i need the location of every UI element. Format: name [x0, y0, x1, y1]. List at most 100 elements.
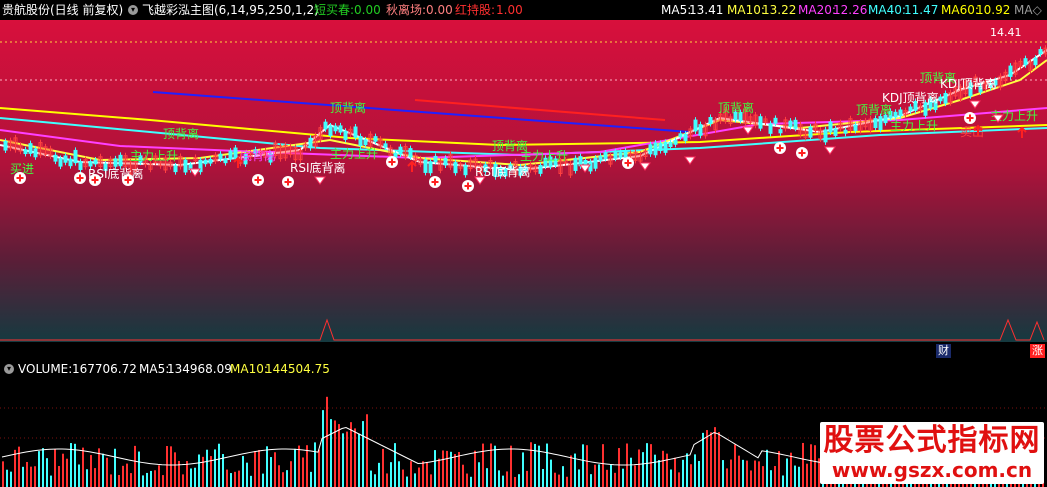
volume-bar — [166, 446, 168, 487]
indicator-header: 贵航股份(日线 前复权) ▾ 飞越彩泓主图(6,14,95,250,1,2) 短… — [0, 0, 1047, 20]
volume-bar — [526, 470, 528, 487]
volume-bar — [594, 464, 596, 487]
candle-body — [3, 140, 8, 151]
candle-body — [208, 158, 213, 164]
volume-bar — [214, 449, 216, 487]
volume-bar — [398, 461, 400, 487]
volume-bar — [530, 442, 532, 487]
candle-body — [78, 161, 83, 170]
volume-bar — [502, 475, 504, 487]
volume-bar — [542, 468, 544, 487]
volume-bar — [674, 457, 676, 487]
volume-bar — [442, 450, 444, 487]
volume-bar — [122, 465, 124, 487]
candle-body — [1008, 65, 1013, 77]
volume-bar — [278, 465, 280, 487]
candle-body — [308, 137, 313, 149]
candle-body — [453, 162, 458, 174]
volume-bar — [618, 448, 620, 487]
volume-bar — [710, 432, 712, 487]
volume-bar — [222, 454, 224, 487]
volume-bar — [382, 448, 384, 487]
volume-bar — [94, 468, 96, 487]
volume-bar — [718, 432, 720, 487]
volume-bar — [34, 466, 36, 487]
candle-body — [338, 125, 343, 133]
ma-more[interactable]: MA◇ — [1014, 0, 1042, 20]
ma10-value: 13.22 — [762, 3, 797, 17]
tag-cai[interactable]: 财 — [936, 344, 951, 358]
vol-ma10-label: MA10: — [230, 362, 268, 376]
volume-bar — [734, 444, 736, 487]
indicator-name[interactable]: 飞越彩泓主图(6,14,95,250,1,2) — [142, 0, 319, 20]
volume-bar — [58, 465, 60, 487]
candle-body — [1038, 49, 1043, 55]
candle-body — [73, 149, 78, 164]
volume-bar — [586, 445, 588, 487]
volume-bar — [162, 475, 164, 487]
volume-bar — [26, 461, 28, 487]
volume-bar — [634, 465, 636, 487]
volume-bar — [206, 449, 208, 487]
candle-body — [113, 158, 118, 167]
price-chart[interactable]: 顶背离顶背离顶背离顶背离 顶背离顶背离RSI底背离 RSI底背离 RSI底背离KDJ顶… — [0, 20, 1047, 342]
indicator-settings-icon[interactable]: ▾ — [128, 5, 138, 15]
candle-body — [223, 158, 228, 164]
volume-bar — [202, 456, 204, 487]
volume-bar — [778, 451, 780, 487]
volume-bar — [670, 469, 672, 487]
candle-body — [23, 149, 28, 155]
panel-separator: 财 涨 — [0, 342, 1047, 360]
candle-body — [698, 124, 703, 136]
vol-ma10-value: 144504.75 — [265, 362, 330, 376]
volume-bar — [590, 474, 592, 487]
volume-bar — [566, 476, 568, 487]
candle-body — [443, 157, 448, 166]
volume-bar — [54, 449, 56, 487]
volume-bar — [130, 473, 132, 487]
volume-bar — [706, 430, 708, 487]
volume-bar — [50, 475, 52, 487]
volume-bar — [458, 452, 460, 487]
candle-body — [1023, 58, 1028, 66]
candle-body — [228, 150, 233, 160]
volume-bar — [474, 450, 476, 487]
signal-label: KDJ顶背离 — [882, 90, 939, 105]
volume-bar — [138, 451, 140, 487]
volume-settings-icon[interactable]: ▾ — [4, 364, 14, 374]
volume-bar — [262, 473, 264, 487]
volume-bar — [694, 454, 696, 487]
volume-bar — [606, 469, 608, 487]
candle-body — [823, 129, 828, 143]
candle-body — [778, 129, 783, 134]
candle-body — [648, 144, 653, 155]
volume-bar — [750, 470, 752, 487]
volume-bar — [18, 446, 20, 487]
candle-body — [373, 136, 378, 142]
tag-zhang[interactable]: 涨 — [1030, 344, 1045, 358]
volume-bar — [550, 459, 552, 487]
volume-bar — [86, 469, 88, 487]
volume-bar — [366, 414, 368, 487]
candle-body — [463, 165, 468, 176]
volume-bar — [46, 458, 48, 487]
volume-value: 167706.72 — [72, 362, 137, 376]
volume-bar — [686, 453, 688, 487]
volume-bar — [82, 447, 84, 487]
volume-bar — [642, 452, 644, 487]
volume-bar — [414, 473, 416, 487]
volume-bar — [246, 462, 248, 487]
candle-body — [668, 141, 673, 148]
candle-body — [353, 126, 358, 138]
volume-bar — [418, 467, 420, 487]
ma60-value: 10.92 — [976, 3, 1011, 17]
volume-bar — [226, 469, 228, 487]
volume-bar — [22, 466, 24, 487]
candle-body — [623, 150, 628, 158]
candle-body — [358, 136, 363, 146]
volume-bar — [370, 470, 372, 487]
ma40-label: MA40: — [868, 3, 906, 17]
volume-bar — [562, 466, 564, 487]
volume-bar — [334, 420, 336, 487]
volume-bar — [498, 470, 500, 487]
